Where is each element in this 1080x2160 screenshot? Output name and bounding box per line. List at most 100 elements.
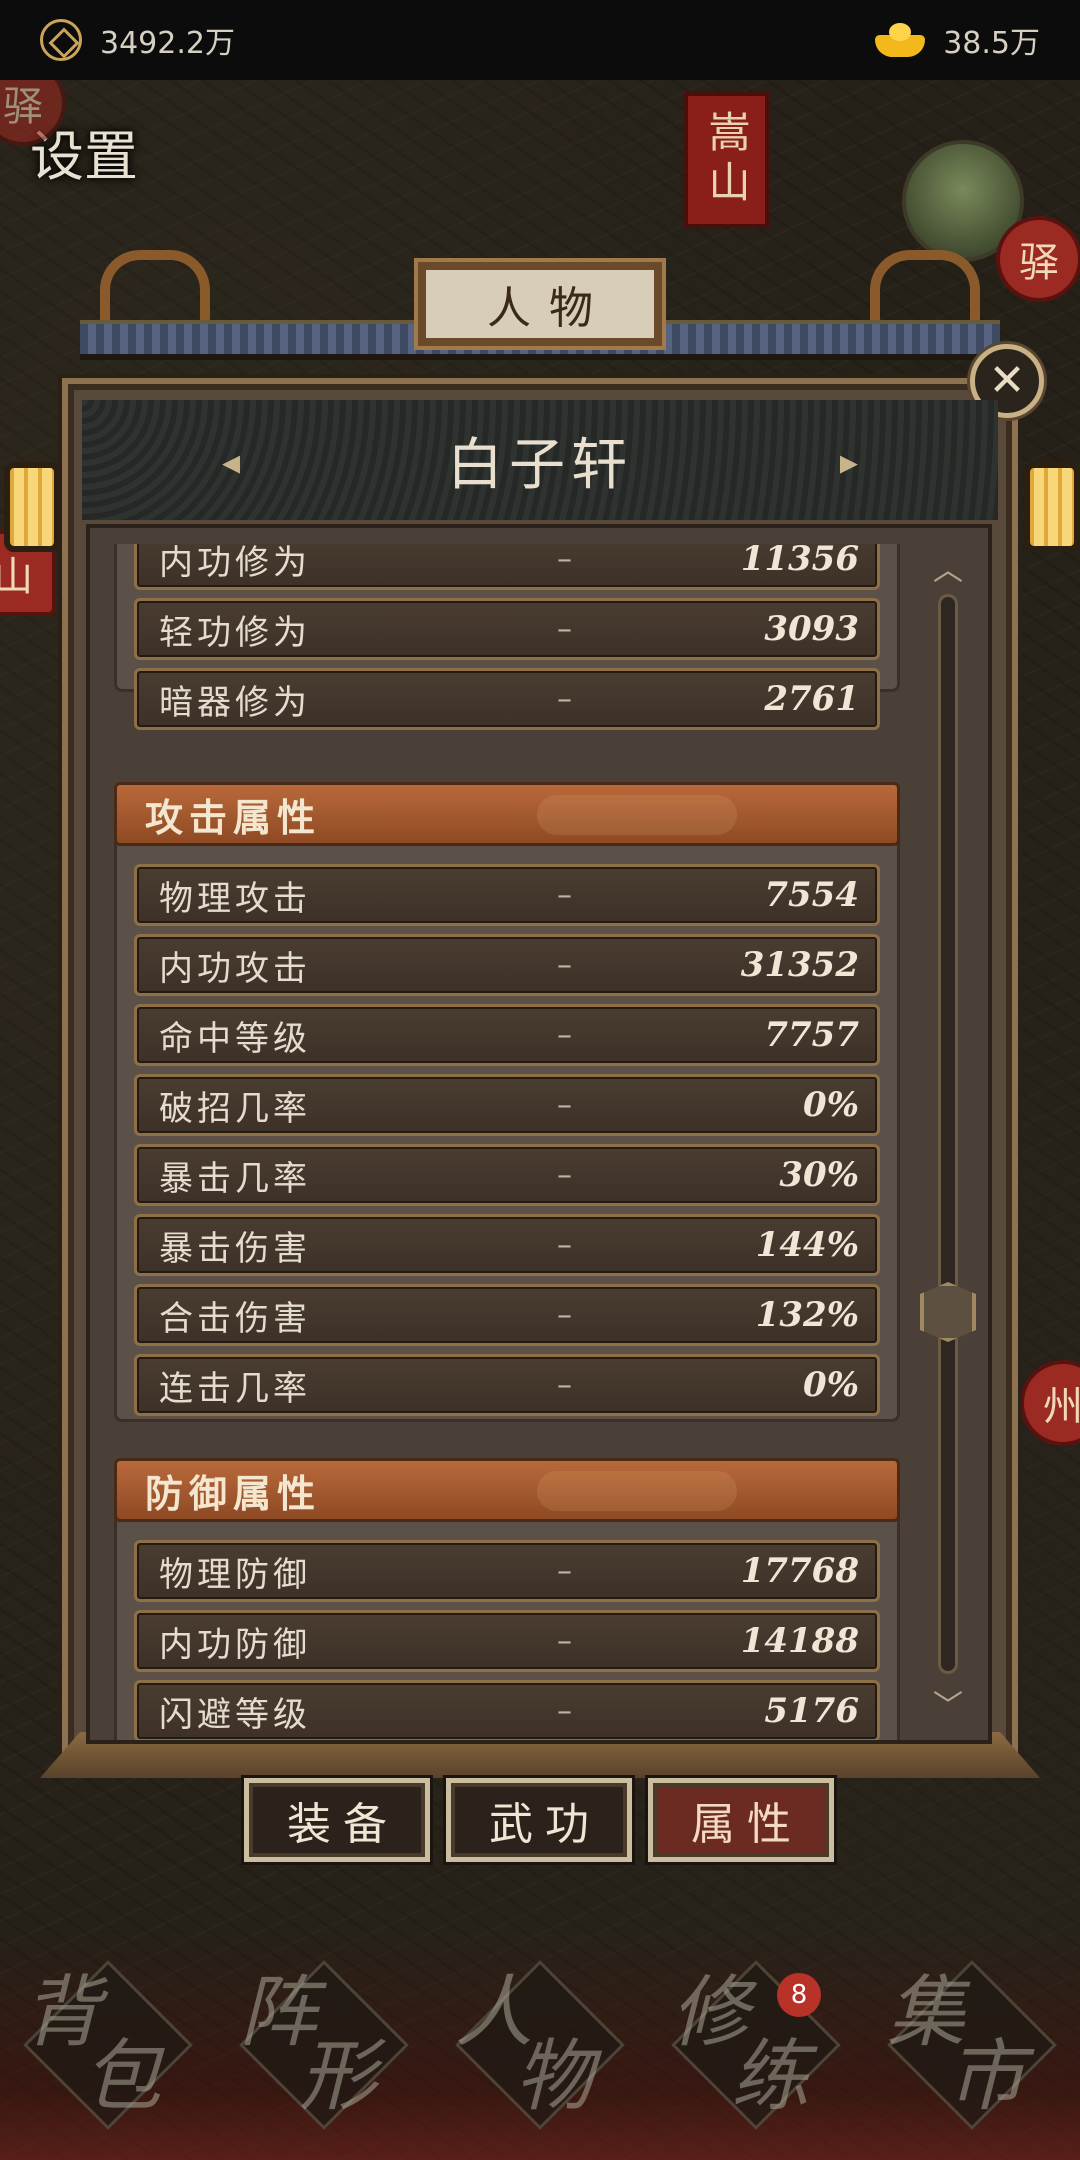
stat-row: 命中等级 – 7757	[134, 1004, 880, 1066]
stat-label: 破招几率	[159, 1088, 311, 1129]
stat-dash: –	[557, 877, 572, 913]
stat-label: 内功攻击	[159, 948, 311, 989]
stat-dash: –	[557, 1553, 572, 1589]
nav-item-market[interactable]: 集 市	[877, 1945, 1067, 2145]
attributes-list[interactable]: 内功修为 – 11356 轻功修为 – 3093 暗器修为 – 2761 攻击属…	[114, 544, 900, 1740]
stat-value: 7554	[764, 875, 859, 915]
attributes-content: 内功修为 – 11356 轻功修为 – 3093 暗器修为 – 2761 攻击属…	[86, 524, 992, 1744]
stat-value: 11356	[740, 544, 859, 579]
stat-row: 暴击伤害 – 144%	[134, 1214, 880, 1276]
stat-dash: –	[557, 1623, 572, 1659]
currency-bar: 3492.2万 38.5万	[0, 0, 1080, 80]
stat-value: 31352	[740, 945, 859, 985]
nav-formation-label: 阵 形	[239, 1974, 409, 2122]
defense-section-header: 防御属性	[114, 1458, 900, 1522]
scroll-up-icon[interactable]: ︿	[928, 552, 968, 588]
stat-label: 内功修为	[159, 544, 311, 583]
stat-row: 物理防御 – 17768	[134, 1540, 880, 1602]
stat-label: 暗器修为	[159, 682, 311, 723]
tab-attributes[interactable]: 属性	[648, 1778, 834, 1862]
stat-dash: –	[557, 681, 572, 717]
stat-dash: –	[557, 611, 572, 647]
stat-row: 物理攻击 – 7554	[134, 864, 880, 926]
stat-row: 内功修为 – 11356	[134, 544, 880, 590]
stat-value: 0%	[803, 1365, 859, 1405]
copper-coin-icon	[40, 19, 82, 61]
map-station-right[interactable]: 驿	[996, 216, 1080, 302]
attack-section-header: 攻击属性	[114, 782, 900, 846]
nav-item-bag[interactable]: 背 包	[13, 1945, 203, 2145]
stat-dash: –	[557, 1157, 572, 1193]
stat-value: 17768	[740, 1551, 859, 1591]
stat-value: 7757	[764, 1015, 859, 1055]
stat-row: 连击几率 – 0%	[134, 1354, 880, 1416]
stat-label: 暴击伤害	[159, 1228, 311, 1269]
panel-title: 人物	[418, 262, 662, 346]
gold-ingot-icon	[875, 23, 926, 57]
scrollbar-track[interactable]	[938, 594, 958, 1674]
close-icon: ✕	[988, 355, 1026, 406]
prev-character-arrow[interactable]: ◂	[222, 442, 240, 483]
stat-value: 30%	[779, 1155, 859, 1195]
nav-label-char: 练	[731, 2032, 810, 2122]
copper-amount: 3492.2万	[100, 26, 235, 61]
stat-value: 144%	[755, 1225, 859, 1265]
stat-value: 2761	[764, 679, 859, 719]
nav-market-label: 集 市	[887, 1974, 1057, 2122]
stat-dash: –	[557, 1693, 572, 1729]
stat-row: 闪避等级 – 5176	[134, 1680, 880, 1740]
stat-row: 内功防御 – 14188	[134, 1610, 880, 1672]
nav-character-label: 人 物	[455, 1974, 625, 2122]
lantern-left	[4, 462, 60, 552]
stat-row: 轻功修为 – 3093	[134, 598, 880, 660]
stat-value: 14188	[740, 1621, 859, 1661]
stat-value: 3093	[764, 609, 859, 649]
stat-value: 132%	[755, 1295, 859, 1335]
stat-label: 连击几率	[159, 1368, 311, 1409]
gold-amount: 38.5万	[943, 26, 1040, 61]
stat-dash: –	[557, 1227, 572, 1263]
notification-badge: 8	[777, 1973, 821, 2017]
tab-equipment[interactable]: 装备	[244, 1778, 430, 1862]
stat-label: 命中等级	[159, 1018, 311, 1059]
stat-label: 物理防御	[159, 1554, 311, 1595]
stat-row: 合击伤害 – 132%	[134, 1284, 880, 1346]
stat-label: 闪避等级	[159, 1694, 311, 1735]
nav-bag-label: 背 包	[23, 1974, 193, 2122]
nav-label-char: 形	[299, 2032, 378, 2122]
stat-label: 物理攻击	[159, 878, 311, 919]
stat-dash: –	[557, 1297, 572, 1333]
nav-item-formation[interactable]: 阵 形	[229, 1945, 419, 2145]
stat-row: 暗器修为 – 2761	[134, 668, 880, 730]
nav-label-char: 物	[515, 2032, 594, 2122]
stat-label: 合击伤害	[159, 1298, 311, 1339]
stat-row: 破招几率 – 0%	[134, 1074, 880, 1136]
character-name-header: ◂ 白子轩 ▸	[82, 400, 998, 520]
stat-label: 内功防御	[159, 1624, 311, 1665]
stat-row: 内功攻击 – 31352	[134, 934, 880, 996]
next-character-arrow[interactable]: ▸	[840, 442, 858, 483]
stat-dash: –	[557, 1087, 572, 1123]
stat-dash: –	[557, 947, 572, 983]
nav-item-training[interactable]: 修 练 8	[661, 1945, 851, 2145]
scrollbar-thumb[interactable]	[920, 1282, 976, 1342]
nav-label-char: 市	[947, 2032, 1026, 2122]
stat-label: 轻功修为	[159, 612, 311, 653]
stat-dash: –	[557, 1367, 572, 1403]
stat-row: 暴击几率 – 30%	[134, 1144, 880, 1206]
stat-dash: –	[557, 1017, 572, 1053]
character-name: 白子轩	[447, 432, 633, 498]
tab-martial-arts[interactable]: 武功	[446, 1778, 632, 1862]
scroll-down-icon[interactable]: ﹀	[928, 1688, 968, 1724]
nav-item-character[interactable]: 人 物	[445, 1945, 635, 2145]
copper-currency: 3492.2万	[40, 18, 235, 62]
stat-value: 0%	[803, 1085, 859, 1125]
map-mountain-tag[interactable]: 嵩山	[684, 92, 769, 228]
stat-dash: –	[557, 544, 572, 577]
stat-value: 5176	[764, 1691, 859, 1731]
nav-label-char: 包	[83, 2032, 162, 2122]
stat-label: 暴击几率	[159, 1158, 311, 1199]
gold-currency: 38.5万	[875, 18, 1040, 62]
lantern-right	[1024, 462, 1080, 552]
bottom-nav: 背 包 阵 形 人 物 修 练 8 集 市	[0, 1930, 1080, 2160]
